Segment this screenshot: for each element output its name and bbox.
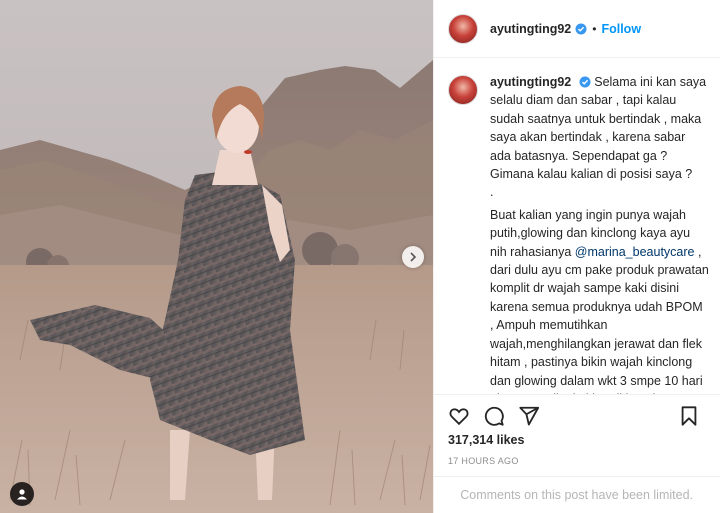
caption-avatar[interactable] [448,75,478,105]
post-timestamp[interactable]: 17 HOURS AGO [448,456,519,466]
verified-badge-icon [579,76,591,88]
save-button[interactable] [676,403,702,429]
caption-username[interactable]: ayutingting92 [490,75,571,89]
bookmark-icon [681,406,697,426]
comments-limited-notice: Comments on this post have been limited. [434,476,720,513]
follow-button[interactable]: Follow [601,22,641,36]
caption-paragraph-3: Buat kalian yang ingin punya wajah putih… [490,206,709,394]
post-detail-panel: ayutingting92 • Follow ayutingting92 Sel… [433,0,720,513]
action-bar [434,394,720,436]
post-photo[interactable] [0,0,433,513]
verified-badge-icon [575,23,587,34]
photo-illustration [0,0,433,513]
next-image-button[interactable] [402,246,424,268]
caption-text-after-mention: , dari dulu ayu cm pake produk prawatan … [490,244,709,394]
caption-paragraph-1: Selama ini kan saya selalu diam dan saba… [490,75,707,182]
share-icon [519,406,540,425]
separator-dot: • [592,21,597,36]
chevron-right-icon [410,252,417,262]
caption-paragraph-2: . [490,185,494,200]
share-button[interactable] [516,403,542,429]
mention-link[interactable]: @marina_beautycare [575,245,695,259]
comment-button[interactable] [481,403,507,429]
caption: ayutingting92 Selama ini kan saya selalu… [490,73,709,394]
like-button[interactable] [446,403,472,429]
comment-icon [484,406,504,426]
heart-icon [449,407,469,425]
avatar[interactable] [448,13,478,44]
caption-scroll-area[interactable]: ayutingting92 Selama ini kan saya selalu… [434,59,720,394]
user-tag-icon [17,489,27,500]
like-count[interactable]: 317,314 likes [448,433,524,447]
tagged-users-button[interactable] [10,482,34,506]
post-header: ayutingting92 • Follow [434,0,720,58]
header-username[interactable]: ayutingting92 [490,22,571,36]
